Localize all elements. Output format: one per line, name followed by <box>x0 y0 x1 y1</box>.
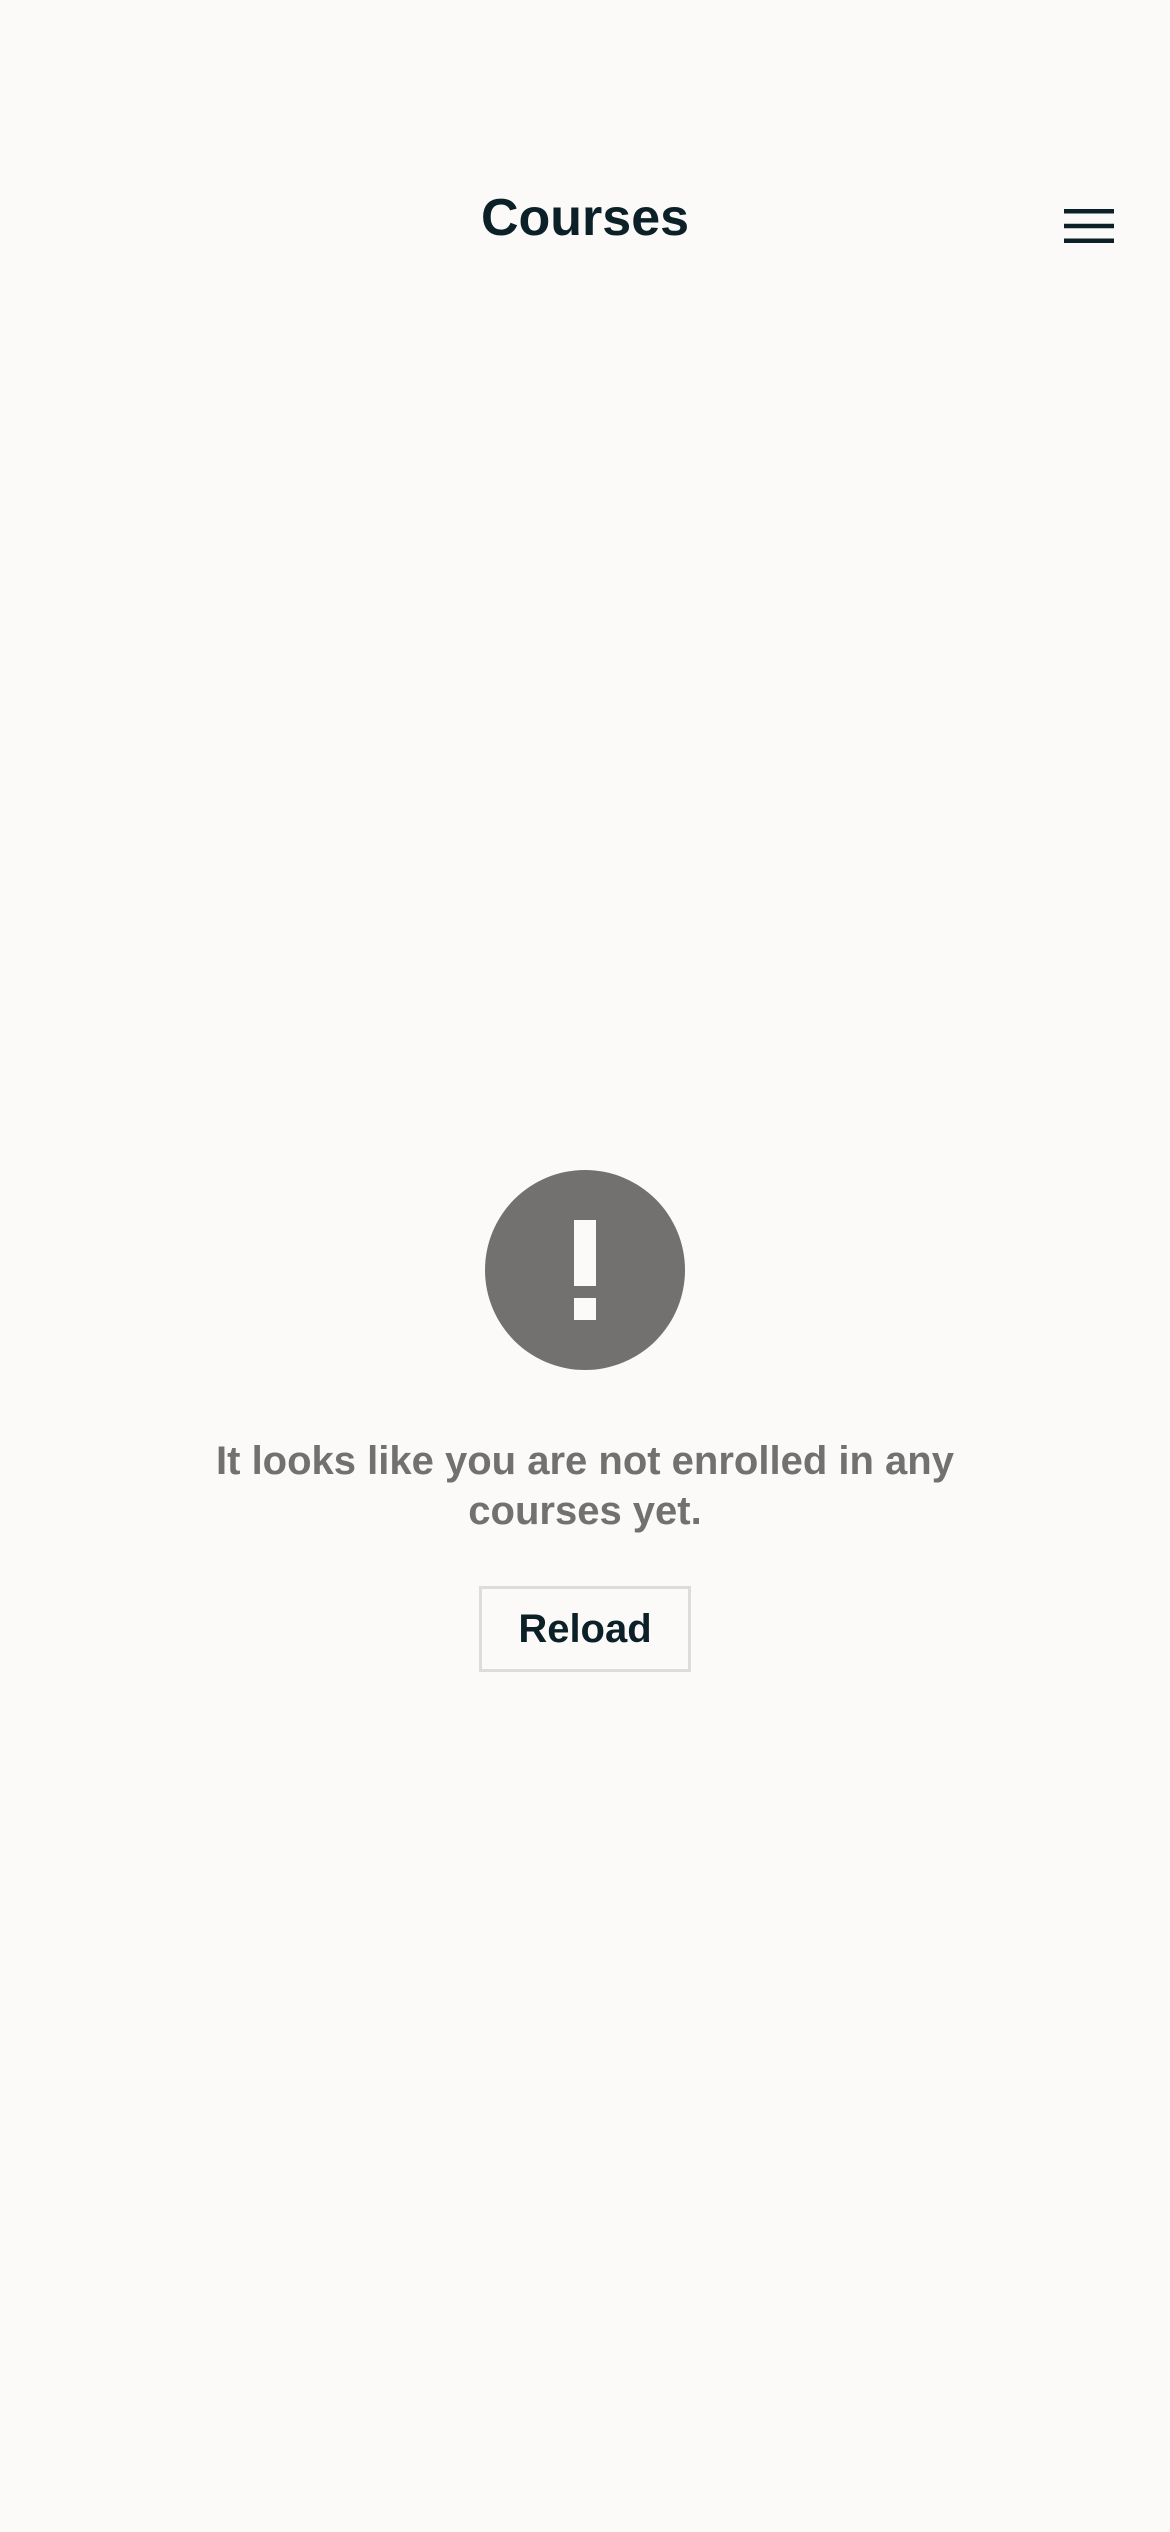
page-title: Courses <box>480 189 690 247</box>
alert-circle-icon <box>485 1170 685 1370</box>
hamburger-menu-icon <box>1064 209 1114 243</box>
app-header: Courses <box>0 170 1170 282</box>
menu-button[interactable] <box>1046 196 1132 256</box>
reload-button[interactable]: Reload <box>479 1586 691 1672</box>
empty-state: It looks like you are not enrolled in an… <box>0 1170 1170 1672</box>
empty-state-message: It looks like you are not enrolled in an… <box>216 1439 954 1533</box>
